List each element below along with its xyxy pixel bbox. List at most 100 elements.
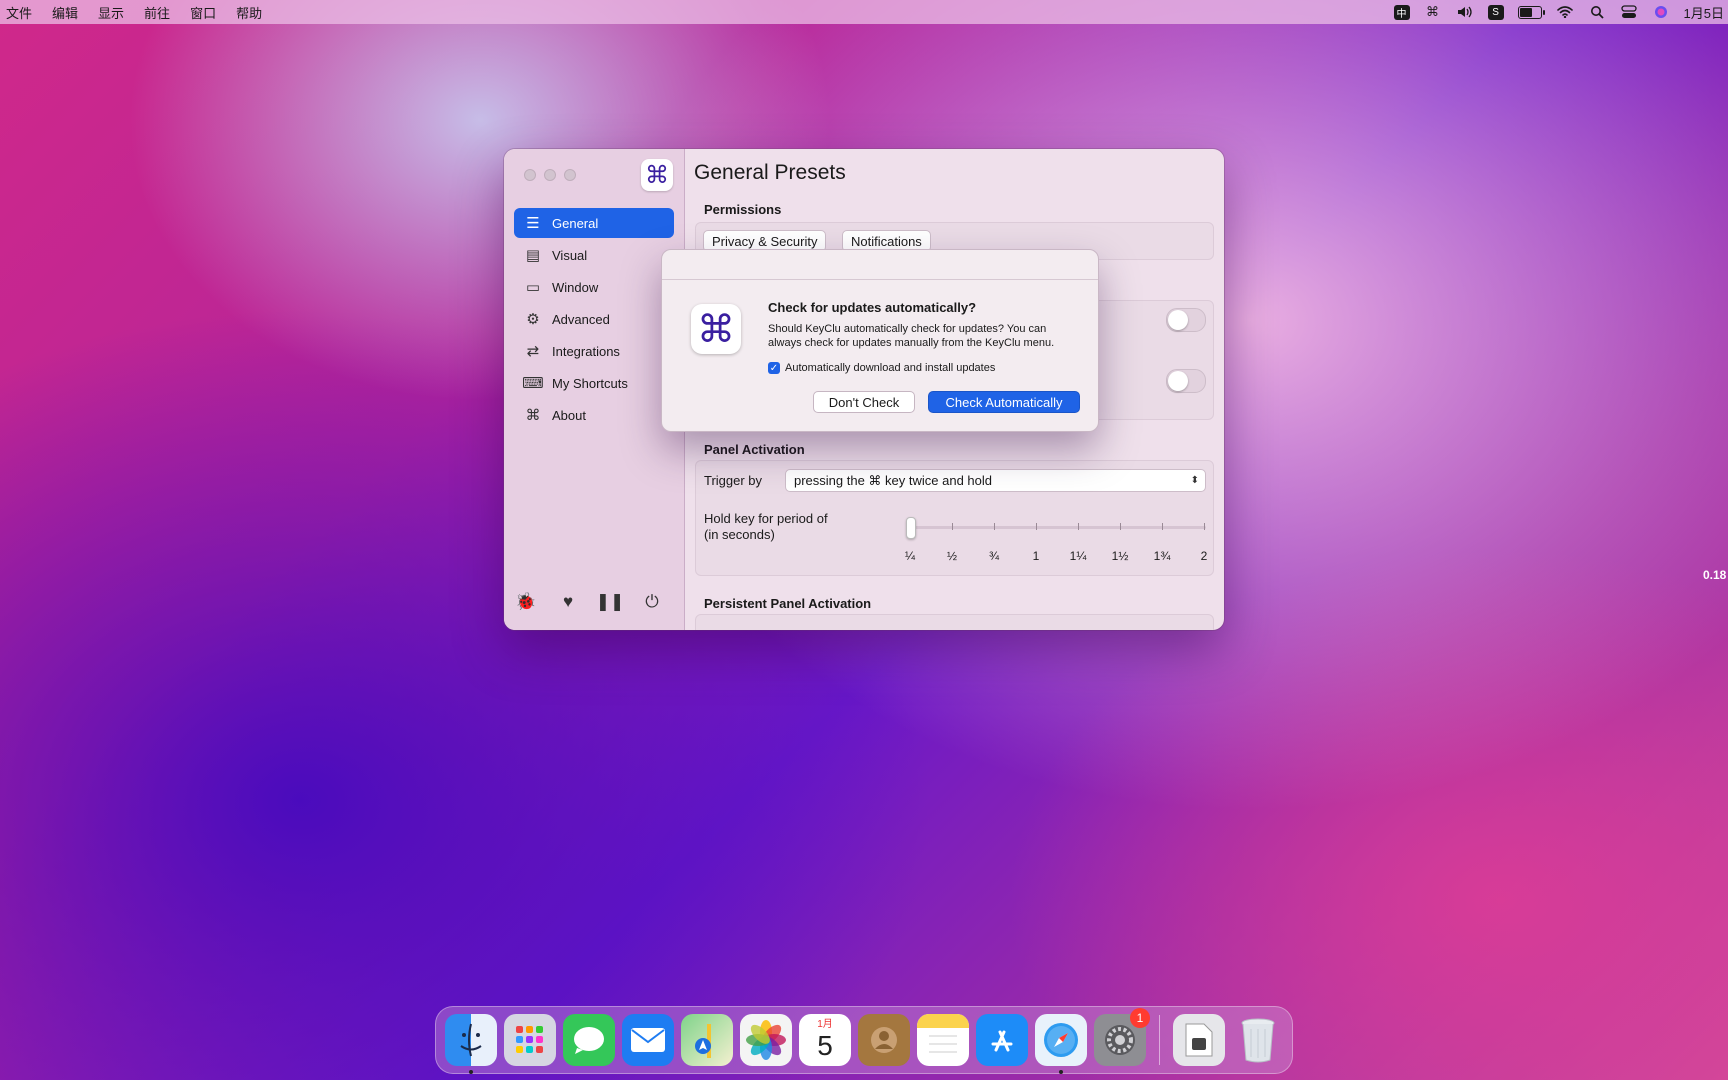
bug-icon[interactable]: 🐞 [515,592,536,612]
sidebar: ⌘ ☰ General ▤ Visual ▭ Window ⚙ Advanced… [504,149,685,630]
menu-file[interactable]: 文件 [4,3,42,22]
app-menus: 文件 编辑 显示 前往 窗口 帮助 [0,3,280,22]
slider-tick [1036,523,1037,530]
sidebar-nav: ☰ General ▤ Visual ▭ Window ⚙ Advanced ⇄… [514,208,674,432]
heart-icon[interactable]: ♥ [558,592,578,612]
wifi-icon[interactable] [1556,4,1574,20]
menu-help[interactable]: 帮助 [234,3,272,22]
sidebar-item-general[interactable]: ☰ General [514,208,674,238]
contacts-icon[interactable] [858,1014,910,1066]
slider-tick-label: 1¼ [1069,549,1087,563]
sync-icon: ⇄ [526,343,540,360]
dock: 1月 5 1 [435,1006,1293,1074]
sidebar-item-visual[interactable]: ▤ Visual [514,240,674,270]
zoom-button[interactable] [564,169,576,181]
sidebar-item-label: Window [552,279,599,295]
slider-tick [1162,523,1163,530]
s-app-icon[interactable]: S [1487,4,1504,20]
notes-icon[interactable] [917,1014,969,1066]
control-center-icon[interactable] [1620,4,1638,20]
gears-icon: ⚙ [526,311,540,328]
battery-icon[interactable] [1517,5,1545,19]
menu-view[interactable]: 显示 [96,3,134,22]
slider-tick-label: 1 [1032,549,1040,563]
launchpad-icon[interactable] [504,1014,556,1066]
pause-icon[interactable]: ❚❚ [596,592,625,612]
sidebar-footer: 🐞 ♥ ❚❚ ⏻ [515,592,662,612]
slider-tick-label: 1½ [1111,549,1129,563]
system-settings-icon[interactable]: 1 [1094,1008,1150,1066]
search-icon[interactable] [1588,4,1606,20]
toggle-switch-2[interactable] [1166,369,1206,393]
slider-tick-label: 1¾ [1153,549,1171,563]
menu-window[interactable]: 窗口 [188,3,226,22]
sidebar-item-label: My Shortcuts [552,375,628,391]
input-method-icon[interactable]: 中 [1393,4,1410,20]
safari-icon[interactable] [1035,1014,1087,1074]
messages-icon[interactable] [563,1014,615,1066]
close-button[interactable] [524,169,536,181]
running-indicator [1059,1070,1063,1074]
sidebar-item-label: Advanced [552,311,610,327]
sidebar-item-label: Integrations [552,343,620,359]
dialog-message: Should KeyClu automatically check for up… [768,323,1055,349]
app-store-icon[interactable] [976,1014,1028,1066]
chevron-updown-icon: ⬍ [1190,475,1199,486]
dialog-title: Check for updates automatically? [768,300,977,315]
update-alert-dialog: ⌘ Check for updates automatically? Shoul… [661,249,1099,432]
finder-icon[interactable] [445,1014,497,1074]
menu-edit[interactable]: 编辑 [50,3,88,22]
clock[interactable]: 1月5日 [1684,3,1724,22]
persistent-panel-label: Persistent Panel Activation [704,596,872,611]
running-indicator [469,1070,473,1074]
downloads-stack-icon[interactable] [1173,1014,1225,1066]
persistent-panel-box [695,614,1214,630]
checkmark-icon[interactable]: ✓ [768,362,780,374]
slider-tick-label: ½ [946,549,957,563]
keyclu-app-icon: ⌘ [691,304,741,354]
sidebar-item-label: General [552,215,599,231]
menu-go[interactable]: 前往 [142,3,180,22]
dock-separator [1159,1015,1160,1065]
volume-icon[interactable] [1456,4,1474,20]
check-automatically-button[interactable]: Check Automatically [928,391,1080,413]
auto-install-checkbox[interactable]: ✓ Automatically download and install upd… [768,362,995,374]
notification-badge: 1 [1130,1008,1150,1028]
sidebar-item-window[interactable]: ▭ Window [514,272,674,302]
slider-tick-label: ¾ [988,549,999,563]
sidebar-item-about[interactable]: ⌘ About [514,400,674,430]
dialog-titlebar [662,250,1098,280]
calendar-day: 5 [817,1030,833,1061]
sidebar-item-integrations[interactable]: ⇄ Integrations [514,336,674,366]
page-title: General Presets [694,161,846,184]
power-icon[interactable]: ⏻ [642,592,662,612]
minimize-button[interactable] [544,169,556,181]
layout-icon: ▤ [525,247,541,264]
trigger-select[interactable]: pressing the ⌘ key twice and hold ⬍ [785,469,1206,492]
trigger-by-label: Trigger by [704,473,763,488]
hold-key-unit-label: (in seconds) [704,527,775,542]
sidebar-item-label: Visual [552,247,588,263]
slider-knob[interactable] [906,517,916,539]
menu-bar: 文件 编辑 显示 前往 窗口 帮助 中 ⌘ S 1月5日 [0,0,1728,24]
mail-icon[interactable] [622,1014,674,1066]
sidebar-item-label: About [552,407,586,423]
hold-key-label: Hold key for period of [704,511,828,526]
list-icon: ☰ [526,215,540,232]
siri-icon[interactable] [1652,4,1670,20]
trash-icon[interactable] [1232,1014,1284,1066]
calendar-icon[interactable]: 1月 5 [799,1014,851,1066]
photos-icon[interactable] [740,1014,792,1066]
maps-icon[interactable] [681,1014,733,1066]
toggle-switch-1[interactable] [1166,308,1206,332]
dont-check-button[interactable]: Don't Check [813,391,915,413]
keyclu-app-icon: ⌘ [641,159,673,191]
permissions-label: Permissions [704,202,782,217]
slider-tick [1204,523,1205,530]
slider-tick [994,523,995,530]
sidebar-item-my-shortcuts[interactable]: ⌨ My Shortcuts [514,368,674,398]
window-controls [524,169,576,181]
sidebar-item-advanced[interactable]: ⚙ Advanced [514,304,674,334]
command-icon[interactable]: ⌘ [1424,4,1442,20]
auto-install-label: Automatically download and install updat… [785,362,996,374]
